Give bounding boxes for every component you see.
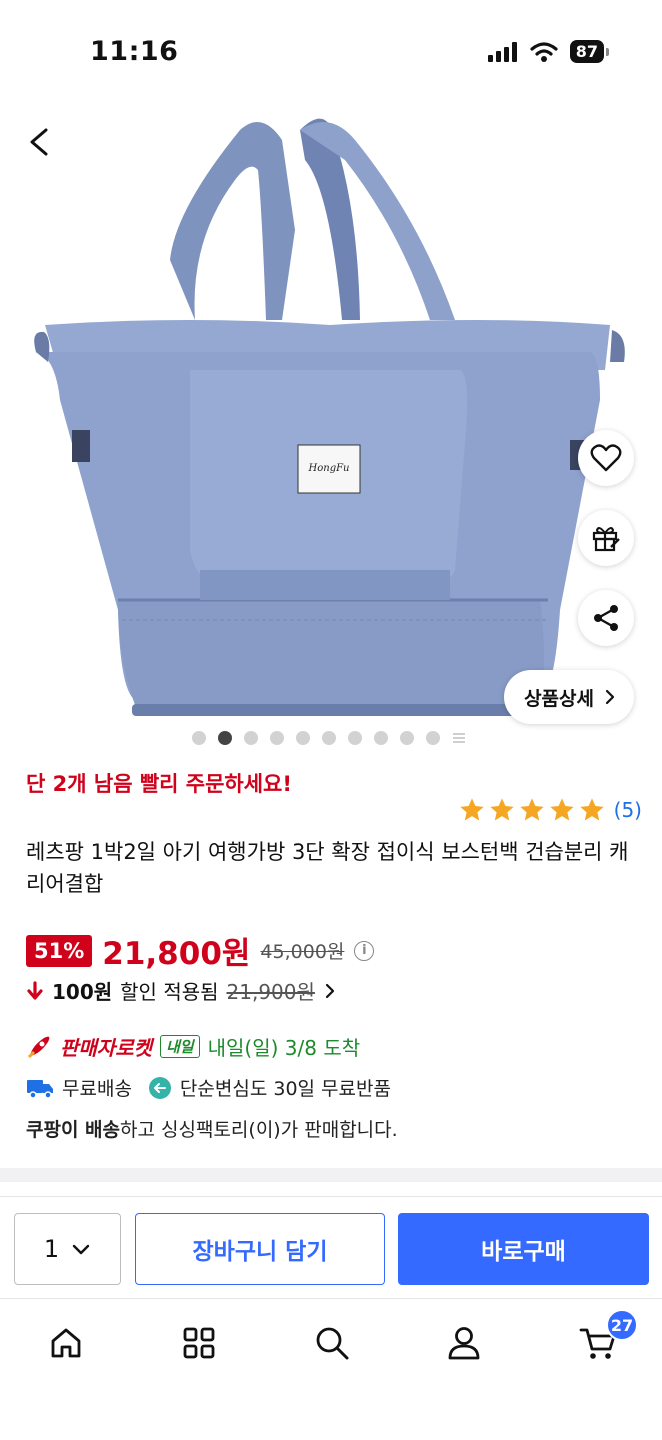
stock-urgency: 단 2개 남음 빨리 주문하세요! [26, 772, 292, 796]
grid-icon [183, 1327, 215, 1359]
product-image[interactable]: HongFu [0, 100, 662, 750]
product-detail-button[interactable]: 상품상세 [504, 670, 634, 724]
truck-icon [27, 1079, 53, 1099]
carousel-dot[interactable] [348, 731, 362, 745]
user-icon [448, 1327, 480, 1360]
carousel-dot[interactable] [296, 731, 310, 745]
bag-label-text: HongFu [308, 463, 350, 474]
quantity-select[interactable]: 1 [14, 1213, 121, 1285]
star-icon [579, 798, 604, 821]
bottom-tab-bar: 27 [0, 1298, 662, 1440]
carousel-dot[interactable] [400, 731, 414, 745]
coupon-amount: 100원 [52, 980, 113, 1004]
heart-icon [590, 444, 622, 472]
delivery-row: 판매자로켓 내일 내일(일) 3/8 도착 [26, 1032, 360, 1061]
rocket-label: 판매자로켓 [60, 1036, 152, 1060]
original-price: 45,000원 [260, 941, 345, 963]
carousel-indicator[interactable] [192, 731, 466, 745]
coupon-original-price: 21,900원 [226, 980, 315, 1004]
gift-button[interactable] [578, 510, 634, 566]
chevron-right-icon [325, 983, 335, 998]
rating[interactable]: (5) [458, 796, 642, 824]
tab-search[interactable] [310, 1321, 354, 1365]
purchase-bar: 1 장바구니 담기 바로구매 [0, 1196, 662, 1300]
carousel-dot[interactable] [322, 731, 336, 745]
section-divider [0, 1168, 662, 1182]
free-shipping-text: 무료배송 [62, 1078, 132, 1100]
battery-indicator: 87 [569, 40, 610, 63]
tab-categories[interactable] [177, 1321, 221, 1365]
status-icons: 87 [487, 40, 610, 63]
return-icon [148, 1076, 171, 1099]
carousel-dot[interactable] [244, 731, 258, 745]
sale-price: 21,800원 [102, 936, 251, 972]
product-detail-label: 상품상세 [524, 687, 594, 710]
arrival-date: 내일(일) 3/8 도착 [207, 1036, 361, 1060]
chevron-left-icon [30, 128, 48, 156]
quantity-value: 1 [43, 1235, 60, 1263]
coupon-text: 할인 적용됨 [120, 980, 219, 1004]
signal-icon [487, 41, 517, 62]
gift-icon [592, 527, 620, 552]
cart-count-badge: 27 [606, 1309, 638, 1341]
review-count[interactable]: (5) [614, 798, 642, 822]
bag-illustration: HongFu [34, 118, 625, 716]
carousel-dot[interactable] [270, 731, 284, 745]
seller-info: 쿠팡이 배송하고 싱싱팩토리(이)가 판매합니다. [26, 1115, 398, 1142]
share-icon [594, 605, 618, 631]
wifi-icon [530, 41, 558, 62]
carousel-dot[interactable] [192, 731, 206, 745]
wishlist-button[interactable] [578, 430, 634, 486]
product-title: 레츠팡 1박2일 아기 여행가방 3단 확장 접이식 보스턴백 건습분리 캐리어… [26, 840, 629, 896]
shipping-row: 무료배송 단순변심도 30일 무료반품 [26, 1074, 391, 1101]
carousel-dot[interactable] [426, 731, 440, 745]
coupon-row[interactable]: 100원 할인 적용됨 21,900원 [26, 976, 337, 1005]
rocket-icon [27, 1036, 50, 1058]
status-time: 11:16 [90, 36, 179, 67]
buy-now-button[interactable]: 바로구매 [398, 1213, 649, 1285]
chevron-down-icon [72, 1244, 90, 1255]
share-button[interactable] [578, 590, 634, 646]
tab-my-account[interactable] [442, 1321, 486, 1365]
tomorrow-badge: 내일 [160, 1035, 200, 1058]
tab-cart[interactable]: 27 [576, 1309, 638, 1365]
star-icon [459, 798, 484, 821]
search-icon [316, 1327, 349, 1360]
price-row: 51% 21,800원 45,000원 i [26, 928, 375, 973]
star-icon [489, 798, 514, 821]
discount-badge: 51% [26, 934, 93, 967]
carousel-more-icon [453, 733, 465, 743]
free-return-text: 단순변심도 30일 무료반품 [179, 1078, 391, 1100]
status-bar: 11:16 87 [0, 0, 662, 100]
seller-suffix: 하고 싱싱팩토리(이)가 판매합니다. [120, 1119, 398, 1141]
seller-prefix: 쿠팡이 배송 [26, 1119, 121, 1141]
star-icon [549, 798, 574, 821]
chevron-right-icon [605, 689, 615, 705]
home-icon [51, 1328, 81, 1358]
carousel-dot[interactable] [374, 731, 388, 745]
back-button[interactable] [22, 120, 62, 164]
carousel-dot-active[interactable] [218, 731, 232, 745]
add-to-cart-button[interactable]: 장바구니 담기 [135, 1213, 385, 1285]
star-icon [519, 798, 544, 821]
arrow-down-icon [27, 980, 43, 1000]
tab-home[interactable] [44, 1321, 88, 1365]
info-icon[interactable]: i [354, 940, 375, 961]
